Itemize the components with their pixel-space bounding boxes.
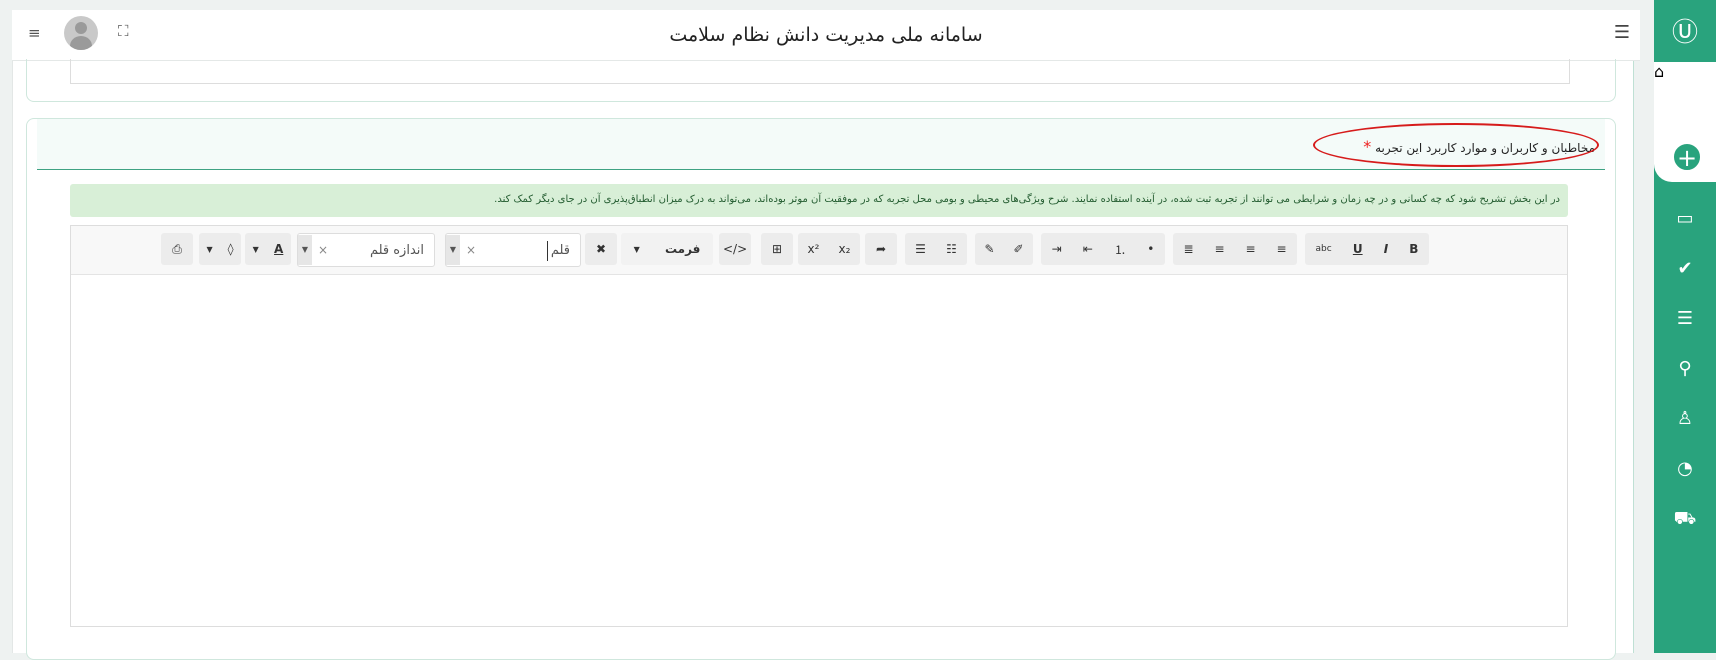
editor-toolbar: abc U I B ≣ ≡ ≡ ≡ ⇥ ⇤ ⒈ • ✎ ✐ ☰ ☷ ➦ x² x…	[71, 226, 1567, 275]
superscript-button[interactable]: x²	[804, 242, 824, 256]
home-icon: ⌂	[1654, 62, 1665, 81]
eraser-group: ✖	[585, 233, 617, 265]
indent-icon[interactable]: ⇥	[1048, 242, 1066, 256]
menu-toggle-icon[interactable]: ☰	[1614, 22, 1630, 43]
align-left-icon[interactable]: ≡	[1272, 242, 1290, 256]
italic-button[interactable]: I	[1380, 242, 1392, 256]
font-color-button[interactable]: A	[270, 242, 287, 256]
print-icon[interactable]: ⎙	[168, 242, 186, 257]
hint-text: در این بخش تشریح شود که چه کسانی و در چه…	[494, 194, 1560, 205]
chevron-down-icon[interactable]: ▼	[202, 245, 216, 254]
highlight-icon[interactable]: ◊	[224, 242, 238, 256]
subscript-button[interactable]: x₂	[835, 242, 855, 256]
script-group: x² x₂	[798, 233, 860, 265]
code-group: </>	[719, 233, 751, 265]
list-icon[interactable]: ☰	[1654, 308, 1716, 329]
previous-editor[interactable]	[70, 59, 1570, 84]
bg-color-group: ▼ ◊	[199, 233, 241, 265]
font-size-select[interactable]: ▼ × اندازه قلم	[297, 233, 435, 267]
bold-button[interactable]: B	[1405, 242, 1422, 256]
chart-icon[interactable]: ◔	[1654, 458, 1716, 479]
format-painter-icon[interactable]: ✐	[1009, 242, 1027, 256]
redo-group: ➦	[865, 233, 897, 265]
align-justify-icon[interactable]: ≣	[1179, 242, 1197, 256]
chevron-down-icon: ▼	[446, 235, 460, 265]
annotation-circle	[1313, 123, 1599, 167]
font-size-placeholder: اندازه قلم	[369, 242, 424, 258]
redo-icon[interactable]: ➦	[872, 242, 890, 256]
clear-icon[interactable]: ×	[460, 243, 482, 257]
font-select[interactable]: ▼ × قلم	[445, 233, 581, 267]
section-card: مخاطبان و کاربران و موارد کاربرد این تجر…	[26, 118, 1616, 660]
outdent-icon[interactable]: ⇤	[1079, 242, 1097, 256]
rich-text-editor: abc U I B ≣ ≡ ≡ ≡ ⇥ ⇤ ⒈ • ✎ ✐ ☰ ☷ ➦ x² x…	[70, 225, 1568, 627]
format-label: فرمت	[664, 242, 701, 256]
print-group: ⎙	[161, 233, 193, 265]
table-group: ⊞	[761, 233, 793, 265]
chevron-down-icon: ▼	[298, 235, 312, 265]
emblem-logo: Ⓤ	[1671, 17, 1698, 48]
align-center-icon[interactable]: ≡	[1241, 242, 1259, 256]
table-icon[interactable]: ⊞	[768, 242, 786, 256]
clear-icon[interactable]: ×	[312, 243, 334, 257]
underline-button[interactable]: U	[1349, 242, 1367, 256]
right-sidebar: Ⓤ ⌂ + ▭ ✔ ☰ ⚲ ♙ ◔ ⛟	[1654, 0, 1716, 653]
line-height-icon[interactable]: ☰	[911, 242, 930, 256]
chevron-down-icon: ▼	[633, 244, 640, 254]
add-button[interactable]: +	[1672, 142, 1702, 172]
top-header: ≡ ⛶ سامانه ملی مدیریت دانش نظام سلامت ☰	[12, 10, 1640, 61]
font-placeholder: قلم	[550, 242, 570, 258]
chevron-down-icon[interactable]: ▼	[249, 245, 263, 254]
previous-card	[26, 59, 1616, 102]
editor-content-area[interactable]	[71, 275, 1567, 626]
section-header: مخاطبان و کاربران و موارد کاربرد این تجر…	[37, 119, 1605, 170]
search-icon[interactable]: ⚲	[1654, 358, 1716, 379]
page-title: سامانه ملی مدیریت دانش نظام سلامت	[669, 24, 983, 46]
ordered-list-icon[interactable]: ⒈	[1110, 241, 1130, 258]
check-icon[interactable]: ✔	[1654, 258, 1716, 279]
brush-icon[interactable]: ✎	[980, 242, 998, 256]
text-style-group: abc U I B	[1305, 233, 1429, 265]
list-group: ⇥ ⇤ ⒈ •	[1041, 233, 1165, 265]
hint-box: در این بخش تشریح شود که چه کسانی و در چه…	[70, 184, 1568, 217]
format-dropdown[interactable]: ▼ فرمت	[621, 233, 713, 265]
align-group: ≣ ≡ ≡ ≡	[1173, 233, 1297, 265]
archive-icon[interactable]: ▭	[1654, 208, 1716, 229]
cart-icon[interactable]: ⛟	[1654, 508, 1716, 532]
align-right-icon[interactable]: ≡	[1210, 242, 1228, 256]
bullet-list-icon[interactable]: •	[1143, 242, 1158, 256]
text-cursor	[547, 241, 548, 261]
code-button[interactable]: </>	[719, 242, 751, 256]
user-icon[interactable]: ♙	[1654, 408, 1716, 429]
main-content: مخاطبان و کاربران و موارد کاربرد این تجر…	[12, 59, 1634, 660]
font-color-group: ▼ A	[245, 233, 291, 265]
line-height-group: ☰ ☷	[905, 233, 967, 265]
strike-button[interactable]: abc	[1312, 244, 1336, 254]
eraser-icon[interactable]: ✖	[592, 242, 610, 256]
numbered-lines-icon[interactable]: ☷	[942, 242, 961, 256]
paint-group: ✎ ✐	[975, 233, 1033, 265]
